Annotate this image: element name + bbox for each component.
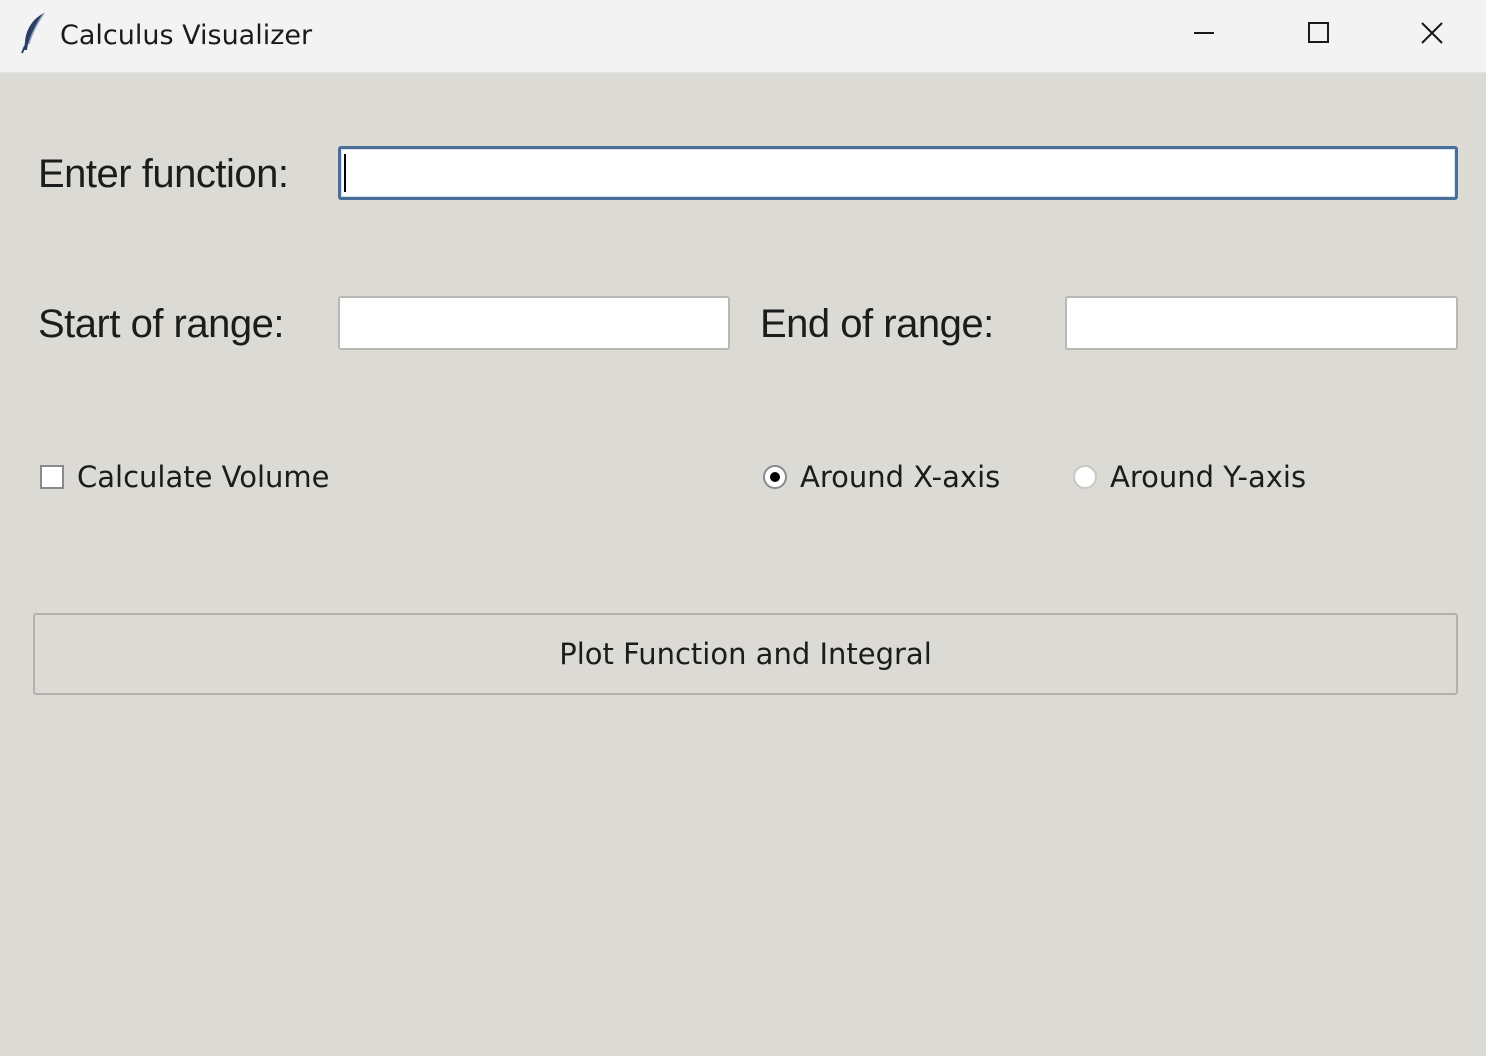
function-input[interactable] [338,146,1458,200]
function-label: Enter function: [38,152,289,196]
x-axis-label: Around X-axis [800,460,1001,494]
minimize-icon [1192,21,1216,45]
app-window: Calculus Visualizer Enter function: Star… [0,0,1486,1056]
calculate-volume-label: Calculate Volume [77,460,330,494]
end-range-input[interactable] [1065,296,1458,350]
y-axis-label: Around Y-axis [1110,460,1307,494]
text-caret [344,154,346,192]
close-icon [1420,21,1444,45]
end-range-label: End of range: [760,302,994,346]
maximize-icon [1307,21,1331,45]
x-axis-radio[interactable]: Around X-axis [763,459,1000,495]
y-axis-radio[interactable]: Around Y-axis [1073,459,1306,495]
plot-function-button[interactable]: Plot Function and Integral [33,613,1458,695]
y-axis-radio-indicator[interactable] [1073,465,1097,489]
window-title: Calculus Visualizer [60,20,313,51]
minimize-button[interactable] [1147,0,1261,66]
x-axis-radio-indicator[interactable] [763,465,787,489]
start-range-input[interactable] [338,296,730,350]
checkbox-box[interactable] [40,465,64,489]
close-button[interactable] [1378,0,1486,66]
start-range-label: Start of range: [38,302,284,346]
feather-icon [20,12,48,54]
title-bar[interactable]: Calculus Visualizer [0,0,1486,73]
maximize-button[interactable] [1262,0,1376,66]
calculate-volume-checkbox[interactable]: Calculate Volume [40,459,330,495]
